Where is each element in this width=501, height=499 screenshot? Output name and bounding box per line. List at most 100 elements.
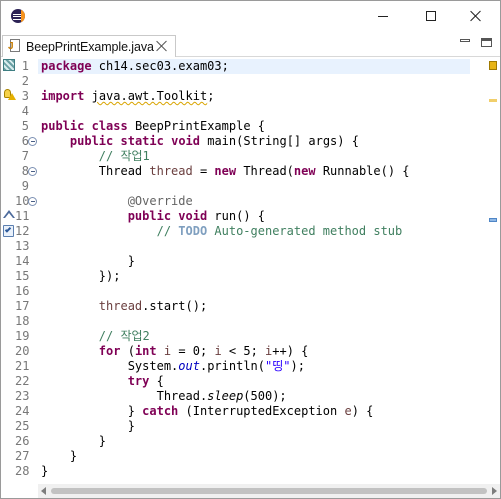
code-line-text: } [41,464,49,478]
code-line[interactable] [38,314,470,329]
code-line[interactable]: } [38,464,470,479]
line-number: 25 [15,419,30,433]
scrollbar-thumb[interactable] [51,488,487,494]
code-line-text: } [41,434,107,448]
code-line[interactable]: } [38,254,470,269]
line-number: 12 [15,224,30,238]
line-number: 15 [15,269,30,283]
code-line[interactable]: @Override [38,194,470,209]
code-line-text: } [41,419,135,433]
code-line[interactable]: } [38,419,470,434]
code-text-area[interactable]: package ch14.sec03.exam03; import java.aw… [38,57,470,484]
line-number: 7 [21,149,29,163]
horizontal-scrollbar[interactable] [38,484,500,498]
fold-collapse-icon[interactable] [28,167,37,176]
code-line-text: }); [41,269,121,283]
code-line-text: public void run() { [127,209,265,223]
code-line-text: for (int i = 0; i < 5; i++) { [98,344,309,358]
maximize-window-button[interactable] [408,1,454,31]
code-line[interactable]: package ch14.sec03.exam03; [38,59,470,74]
line-number: 27 [15,449,30,463]
code-line-text: // 작업1 [98,149,150,163]
eclipse-window: J BeepPrintExample.java 1 2 3 4 5 6 7 8 9 10 11 12 1… [0,0,501,499]
tab-close-icon[interactable] [155,40,167,52]
minimize-icon [378,15,388,17]
code-line[interactable]: // TODO Auto-generated method stub [38,224,470,239]
overview-ruler[interactable] [485,57,500,484]
code-line[interactable]: } [38,449,470,464]
code-line[interactable] [38,239,470,254]
code-line[interactable]: // 작업1 [38,149,470,164]
close-window-button[interactable] [453,1,499,31]
line-number: 8 [21,164,29,178]
code-line-text: @Override [127,194,193,208]
scroll-right-arrow-icon[interactable] [492,487,497,495]
line-number: 24 [15,404,30,418]
code-line[interactable] [38,74,470,89]
java-file-icon: J [8,39,22,54]
line-number: 3 [21,89,29,103]
code-line-text: thread.start(); [98,299,208,313]
code-line-text: public static void main(String[] args) { [69,134,359,148]
code-line[interactable] [38,179,470,194]
code-line[interactable]: Thread.sleep(500); [38,389,470,404]
fold-collapse-icon[interactable] [28,137,37,146]
code-line-text: // TODO Auto-generated method stub [156,224,403,238]
line-number: 9 [21,179,29,193]
task-marker[interactable] [489,218,497,222]
code-line[interactable]: public void run() { [38,209,470,224]
line-number: 2 [21,74,29,88]
line-number: 20 [15,344,30,358]
warning-marker[interactable] [489,99,497,102]
line-number: 10 [15,194,30,208]
line-number: 13 [15,239,30,253]
code-line[interactable]: // 작업2 [38,329,470,344]
fold-collapse-icon[interactable] [28,197,37,206]
code-line[interactable]: public static void main(String[] args) { [38,134,470,149]
code-line[interactable]: Thread thread = new Thread(new Runnable(… [38,164,470,179]
code-line-text: package ch14.sec03.exam03; [41,59,229,73]
code-line[interactable]: }); [38,269,470,284]
line-number: 17 [15,299,30,313]
line-number: 23 [15,389,30,403]
code-line-text: Thread.sleep(500); [41,389,287,403]
minimize-view-icon[interactable] [460,39,470,42]
line-number: 26 [15,434,30,448]
code-line[interactable] [38,284,470,299]
editor-tab-bar: J BeepPrintExample.java [1,31,500,57]
maximize-icon [426,11,436,21]
line-number: 4 [21,104,29,118]
line-number-ruler[interactable]: 1 2 3 4 5 6 7 8 9 10 11 12 13 14 15 16 17 18 19 20 21 22 23 24 2… [1,57,38,484]
code-line[interactable]: import java.awt.Toolkit; [38,89,470,104]
editor-tab-beepprintexample[interactable]: J BeepPrintExample.java [2,35,176,57]
code-line[interactable]: } catch (InterruptedException e) { [38,404,470,419]
code-line[interactable] [38,104,470,119]
scroll-left-arrow-icon[interactable] [41,487,46,495]
code-line-text: public class BeepPrintExample { [41,119,265,133]
java-editor[interactable]: 1 2 3 4 5 6 7 8 9 10 11 12 13 14 15 16 17 18 19 20 21 22 23 24 2… [1,57,500,484]
title-bar [1,1,500,31]
line-number: 21 [15,359,30,373]
code-line[interactable]: thread.start(); [38,299,470,314]
line-number: 6 [21,134,29,148]
warning-summary-icon[interactable] [489,61,497,70]
line-number: 11 [15,209,30,223]
code-line[interactable]: public class BeepPrintExample { [38,119,470,134]
minimize-window-button[interactable] [360,1,406,31]
code-line-text: } [41,449,78,463]
maximize-view-icon[interactable] [481,38,492,47]
line-number: 22 [15,374,30,388]
code-line[interactable]: for (int i = 0; i < 5; i++) { [38,344,470,359]
line-number: 5 [21,119,29,133]
line-number: 19 [15,329,30,343]
code-line[interactable]: } [38,434,470,449]
code-line[interactable]: try { [38,374,470,389]
code-line-text: try { [127,374,164,388]
line-number: 18 [15,314,30,328]
editor-tab-label: BeepPrintExample.java [26,39,154,54]
line-number: 16 [15,284,30,298]
line-number: 28 [15,464,30,478]
eclipse-icon [11,9,25,23]
code-line[interactable]: System.out.println("띵"); [38,359,470,374]
code-line-text: } catch (InterruptedException e) { [41,404,374,418]
